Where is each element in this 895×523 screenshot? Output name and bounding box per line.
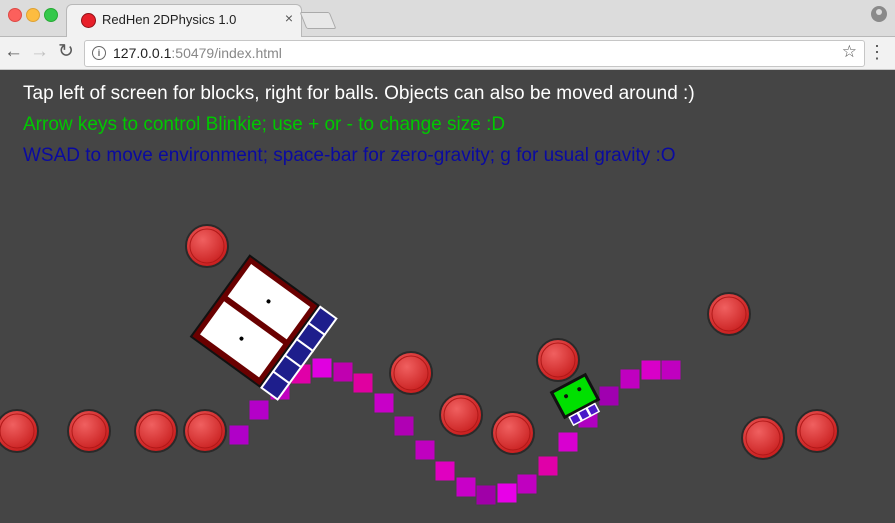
chain-block[interactable] xyxy=(516,473,538,495)
ball[interactable] xyxy=(741,416,785,460)
back-icon[interactable]: ← xyxy=(4,41,23,63)
chain-block[interactable] xyxy=(228,424,250,446)
chain-block[interactable] xyxy=(660,359,682,381)
instruction-line-2: Arrow keys to control Blinkie; use + or … xyxy=(23,114,506,135)
chain-block[interactable] xyxy=(248,399,270,421)
profile-icon[interactable] xyxy=(871,6,887,22)
ball[interactable] xyxy=(795,409,839,453)
chain-block[interactable] xyxy=(393,415,415,437)
ball[interactable] xyxy=(491,411,535,455)
ball[interactable] xyxy=(67,409,111,453)
info-icon[interactable]: i xyxy=(92,46,106,60)
ball[interactable] xyxy=(185,224,229,268)
chain-block[interactable] xyxy=(537,455,559,477)
url-host: 127.0.0.1 xyxy=(113,45,172,61)
chain-block[interactable] xyxy=(496,482,518,504)
reload-icon[interactable]: ↻ xyxy=(58,41,74,63)
instruction-line-1: Tap left of screen for blocks, right for… xyxy=(23,83,695,104)
favicon-icon xyxy=(81,13,96,28)
chain-block[interactable] xyxy=(311,357,333,379)
chain-block[interactable] xyxy=(455,476,477,498)
new-tab-button[interactable] xyxy=(299,12,337,29)
ball[interactable] xyxy=(134,409,178,453)
ball[interactable] xyxy=(0,409,39,453)
ball[interactable] xyxy=(439,393,483,437)
menu-icon[interactable]: ⋮ xyxy=(868,43,886,61)
chain-block[interactable] xyxy=(434,460,456,482)
ball[interactable] xyxy=(707,292,751,336)
chain-block[interactable] xyxy=(619,368,641,390)
ball[interactable] xyxy=(183,409,227,453)
ball[interactable] xyxy=(536,338,580,382)
tab-close-icon[interactable]: × xyxy=(285,11,293,25)
window-close-button[interactable] xyxy=(8,8,22,22)
chain-block[interactable] xyxy=(373,392,395,414)
chain-block[interactable] xyxy=(414,439,436,461)
instruction-line-3: WSAD to move environment; space-bar for … xyxy=(23,145,676,166)
game-canvas[interactable]: Tap left of screen for blocks, right for… xyxy=(0,70,895,523)
chain-block[interactable] xyxy=(557,431,579,453)
browser-toolbar: ← → ↻ i 127.0.0.1:50479/index.html ☆ ⋮ xyxy=(0,37,895,70)
chain-block[interactable] xyxy=(332,361,354,383)
window-minimize-button[interactable] xyxy=(26,8,40,22)
tab-bar: RedHen 2DPhysics 1.0 × xyxy=(0,0,895,37)
chain-block[interactable] xyxy=(598,385,620,407)
balls[interactable] xyxy=(0,224,839,460)
window-maximize-button[interactable] xyxy=(44,8,58,22)
address-bar[interactable]: i 127.0.0.1:50479/index.html ☆ xyxy=(84,40,865,67)
chain-block[interactable] xyxy=(640,359,662,381)
url-port-path: :50479/index.html xyxy=(171,45,282,61)
physics-scene[interactable] xyxy=(0,70,895,523)
browser-tab[interactable]: RedHen 2DPhysics 1.0 × xyxy=(66,4,302,37)
ball[interactable] xyxy=(389,351,433,395)
chain-block[interactable] xyxy=(475,484,497,506)
bookmark-star-icon[interactable]: ☆ xyxy=(842,42,857,62)
forward-icon[interactable]: → xyxy=(30,41,49,63)
chain-block[interactable] xyxy=(352,372,374,394)
url-text[interactable]: 127.0.0.1:50479/index.html xyxy=(113,45,282,61)
tab-title: RedHen 2DPhysics 1.0 xyxy=(102,12,237,27)
